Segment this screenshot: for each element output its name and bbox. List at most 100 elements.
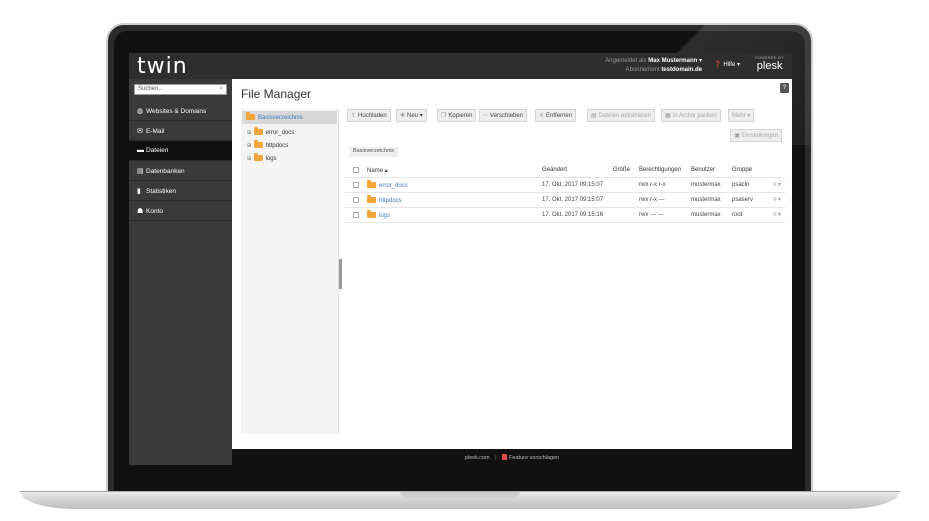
logged-in-label: Angemeldet als [605,58,647,64]
archive-icon: ▦ [665,113,671,119]
sidebar: Suchen... ⌕ ◍ Websites & Domains ✉ E-Mail … [129,79,232,465]
col-user[interactable]: Benutzer [691,167,715,173]
search-input[interactable]: Suchen... ⌕ [134,84,227,95]
main-panel: File Manager ? Basisverzeichnis ⊞ error_d… [232,79,792,449]
col-size[interactable]: Größe [613,167,630,173]
move-button[interactable]: ⇨ Verschieben [479,109,528,122]
subscription-value[interactable]: testdomain.de [661,67,702,73]
settings-label: Einstellungen [741,133,778,139]
row-menu-button[interactable]: ≡ ▾ [773,181,781,188]
col-group[interactable]: Gruppe [732,167,752,173]
plesk-logo: plesk [756,60,783,72]
sidebar-item-account[interactable]: ☗ Konto [129,201,232,221]
archive-button[interactable]: ▦ In Archiv packen [661,109,721,122]
extract-button[interactable]: ▤ Dateien extrahieren [587,109,656,122]
sidebar-item-label: Konto [146,208,163,215]
help-icon: ❓ [714,62,722,68]
cell-group: root [732,212,743,218]
more-button[interactable]: Mehr ▾ [728,109,755,122]
cell-user: mustermax [691,212,721,218]
cell-permissions[interactable]: rwx r-x --- [639,197,665,203]
row-checkbox[interactable] [353,212,359,218]
folder-icon [367,195,376,203]
copy-icon: ❐ [441,113,447,119]
sidebar-item-label: Datenbanken [146,168,185,175]
plesk-link[interactable]: plesk.com [465,455,490,461]
table-row[interactable]: logs 17. Okt. 2017 09:15:16 rwx --- --- … [345,208,785,223]
footer: plesk.com | Feature vorschlagen [232,449,792,465]
file-name: error_docs [379,183,408,189]
tree-root-label: Basisverzeichnis [258,115,303,121]
account-info[interactable]: Angemeldet als Max Mustermann ▾ Abonneme… [605,57,702,75]
sidebar-item-email[interactable]: ✉ E-Mail [129,121,232,141]
brand-logo[interactable]: twin [137,54,188,79]
row-menu-button[interactable]: ≡ ▾ [773,196,781,203]
file-link[interactable]: logs [367,210,390,219]
copy-button[interactable]: ❐ Kopieren [437,109,477,122]
select-all-checkbox[interactable] [353,167,359,173]
expand-icon[interactable]: ⊞ [247,143,252,149]
top-bar: twin Angemeldet als Max Mustermann ▾ Abo… [129,53,792,79]
feature-suggest-link[interactable]: Feature vorschlagen [509,455,559,461]
toolbar: ⇪ Hochladen ✚ Neu ▾ ❐ Kopieren ⇨ Verschieben… [345,109,785,122]
row-checkbox[interactable] [353,182,359,188]
tree-root[interactable]: Basisverzeichnis [242,111,337,124]
tree-item-label: logs [265,156,277,162]
help-menu[interactable]: ❓ Hilfe ▾ [714,61,740,68]
cell-permissions[interactable]: rwx --- --- [639,212,664,218]
page-help-button[interactable]: ? [780,83,789,93]
upload-button[interactable]: ⇪ Hochladen [347,109,391,122]
sidebar-item-databases[interactable]: ▤ Datenbanken [129,161,232,181]
account-icon: ☗ [137,208,144,215]
upload-label: Hochladen [358,113,387,119]
cell-group: psaserv [732,197,754,203]
page-title: File Manager [241,87,312,101]
cell-user: mustermax [691,182,721,188]
file-table: Name ▴ Geändert Größe Berechtigungen Ben… [345,163,785,223]
tree-item-httpdocs[interactable]: ⊞ httpdocs [241,139,338,152]
folder-icon: ▬ [137,147,144,154]
file-link[interactable]: httpdocs [367,195,402,204]
row-checkbox[interactable] [353,197,359,203]
breadcrumb[interactable]: Basisverzeichnis [349,147,398,157]
folder-icon [246,112,255,120]
sidebar-item-label: E-Mail [146,128,165,135]
tree-item-logs[interactable]: ⊞ logs [241,152,338,165]
expand-icon[interactable]: ⊞ [247,130,252,136]
col-permissions[interactable]: Berechtigungen [639,167,681,173]
more-label: Mehr ▾ [732,113,751,119]
sidebar-item-label: Dateien [146,147,169,154]
user-menu[interactable]: Max Mustermann ▾ [648,58,702,64]
new-button[interactable]: ✚ Neu ▾ [396,109,427,122]
file-list-area: ⇪ Hochladen ✚ Neu ▾ ❐ Kopieren ⇨ Verschieben… [345,109,785,434]
col-name[interactable]: Name ▴ [367,167,388,174]
tree-item-error-docs[interactable]: ⊞ error_docs [241,126,338,139]
folder-icon [367,210,376,218]
laptop-base [20,491,900,509]
remove-button[interactable]: ✕ Entfernen [535,109,577,122]
globe-icon: ◍ [137,108,144,115]
move-label: Verschieben [490,113,524,119]
pane-splitter-handle[interactable] [339,259,342,289]
cell-changed: 17. Okt. 2017 09:15:07 [542,182,604,188]
folder-icon [367,180,376,188]
extract-label: Dateien extrahieren [598,113,652,119]
row-menu-button[interactable]: ≡ ▾ [773,211,781,218]
expand-icon[interactable]: ⊞ [247,156,252,162]
cell-permissions[interactable]: rwx r-x r-x [639,182,666,188]
col-changed[interactable]: Geändert [542,167,567,173]
search-icon[interactable]: ⌕ [219,85,223,93]
cell-changed: 17. Okt. 2017 09:15:16 [542,212,604,218]
file-link[interactable]: error_docs [367,180,408,189]
sidebar-nav: ◍ Websites & Domains ✉ E-Mail ▬ Dateien ▤ Da… [129,101,232,221]
sidebar-item-files[interactable]: ▬ Dateien [129,141,232,161]
feature-icon [502,454,508,460]
table-row[interactable]: httpdocs 17. Okt. 2017 09:15:07 rwx r-x … [345,193,785,208]
sidebar-item-websites[interactable]: ◍ Websites & Domains [129,101,232,121]
settings-button[interactable]: ▣ Einstellungen [730,129,782,142]
table-row[interactable]: error_docs 17. Okt. 2017 09:15:07 rwx r-… [345,178,785,193]
subscription-label: Abonnement [625,67,660,73]
folder-icon [253,153,263,161]
sidebar-item-statistics[interactable]: ▮ Statistiken [129,181,232,201]
remove-label: Entfernen [546,113,573,119]
